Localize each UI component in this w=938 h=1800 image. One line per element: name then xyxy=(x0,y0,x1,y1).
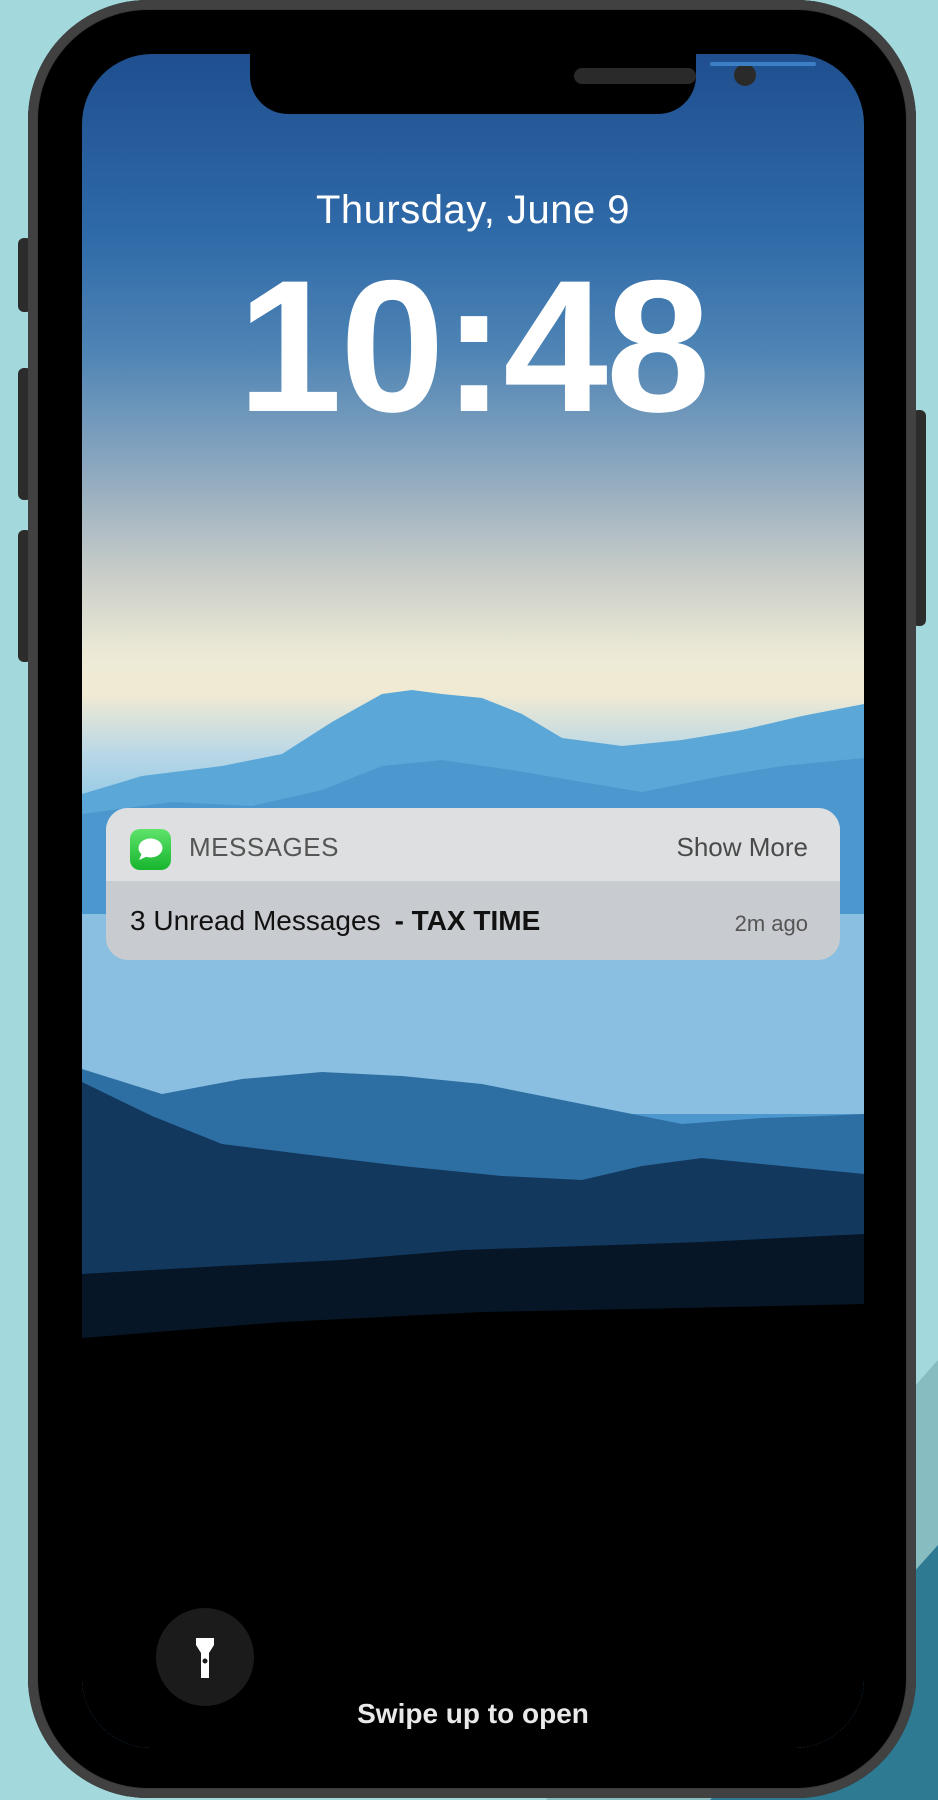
lock-time: 10:48 xyxy=(237,241,711,451)
notch xyxy=(250,54,756,114)
swipe-up-hint[interactable]: Swipe up to open xyxy=(82,1698,864,1730)
notification-timestamp: 2m ago xyxy=(734,911,808,936)
show-more-button[interactable]: Show More xyxy=(677,832,809,863)
flashlight-icon xyxy=(196,1638,214,1678)
notification-message-text: 3 Unread Messages xyxy=(130,905,381,936)
notification-app-name: MESSAGES xyxy=(189,832,339,862)
notification-header: MESSAGES Show More xyxy=(106,808,840,881)
messages-notification[interactable]: MESSAGES Show More 3 Unread Messages - TA… xyxy=(106,808,840,960)
speaker-grille xyxy=(574,68,696,84)
lock-date: Thursday, June 9 xyxy=(315,188,631,232)
lock-screen: Thursday, June 9 10:48 MESSAGES Show Mor… xyxy=(82,54,864,1748)
flashlight-button[interactable] xyxy=(156,1608,254,1706)
notification-body: 3 Unread Messages - TAX TIME 2m ago xyxy=(106,881,840,960)
status-indicator xyxy=(710,62,816,66)
notification-message: 3 Unread Messages - TAX TIME xyxy=(130,905,540,937)
messages-app-icon xyxy=(130,829,171,870)
notification-tag: - TAX TIME xyxy=(394,905,541,936)
front-camera xyxy=(734,64,756,86)
